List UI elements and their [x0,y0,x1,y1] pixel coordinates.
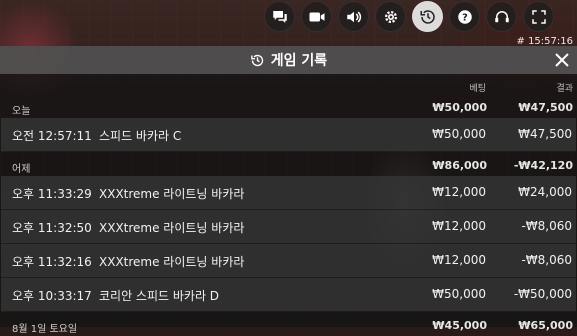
round-time: 오후 11:32:50 [12,221,92,235]
history-row[interactable]: 오후 10:33:17 코리안 스피드 바카라 D ₩50,000 -₩50,0… [1,278,576,312]
result-amount: -₩8,060 [521,253,572,267]
history-row[interactable]: 오후 11:32:16 XXXtreme 라이트닝 바카라 ₩12,000 -₩… [1,244,576,278]
headset-icon [494,10,509,22]
section-label: 오늘 [12,106,31,117]
round-time: 오전 12:57:11 [12,129,92,143]
bet-amount: ₩12,000 [432,253,486,267]
close-icon [555,53,569,67]
round-time: 오후 11:32:16 [12,255,92,269]
history-row[interactable]: 오후 11:32:50 XXXtreme 라이트닝 바카라 ₩12,000 -₩… [1,210,576,244]
bet-amount: ₩50,000 [432,127,486,141]
result-amount: -₩50,000 [513,287,572,301]
game-name: XXXtreme 라이트닝 바카라 [99,221,245,235]
section-result-total: ₩65,000 [518,319,573,332]
history-icon [420,9,435,24]
help-button[interactable]: ? [449,1,480,32]
bet-amount: ₩50,000 [432,287,486,301]
result-amount: -₩8,060 [521,219,572,233]
game-history-panel: 게임 기록 베팅 결과 오늘 ₩50,000 ₩47,500 오전 12:57:… [0,46,577,335]
bet-amount: ₩12,000 [432,219,486,233]
game-name: 스피드 바카라 C [99,129,182,143]
section-result-total: -₩42,120 [513,159,573,172]
section-label: 어제 [12,164,31,175]
close-button[interactable] [553,51,571,69]
result-amount: ₩47,500 [518,127,572,141]
video-camera-icon [309,12,324,21]
panel-title: 게임 기록 [270,53,328,69]
help-icon: ? [457,9,472,24]
game-name: 코리안 스피드 바카라 D [99,289,220,303]
bet-amount: ₩12,000 [432,185,486,199]
fullscreen-icon [531,9,546,24]
game-name: XXXtreme 라이트닝 바카라 [99,187,245,201]
sound-button[interactable] [338,1,369,32]
section-header-date: 8월 1일 토요일 ₩45,000 ₩65,000 [0,312,577,336]
fullscreen-button[interactable] [523,1,554,32]
chat-button[interactable] [264,1,295,32]
history-row[interactable]: 오전 12:57:11 스피드 바카라 C ₩50,000 ₩47,500 [1,118,576,152]
section-result-total: ₩47,500 [518,101,573,114]
video-button[interactable] [301,1,332,32]
section-header-today: 오늘 ₩50,000 ₩47,500 [0,94,577,118]
volume-icon [346,11,361,22]
result-amount: ₩24,000 [518,185,572,199]
settings-button[interactable] [375,1,406,32]
column-headers: 베팅 결과 [0,74,577,94]
round-time: 오후 11:33:29 [12,187,92,201]
column-header-result: 결과 [556,84,573,94]
section-header-yesterday: 어제 ₩86,000 -₩42,120 [0,152,577,176]
svg-text:?: ? [462,12,468,23]
section-bet-total: ₩45,000 [432,319,487,332]
section-bet-total: ₩50,000 [432,101,487,114]
support-button[interactable] [486,1,517,32]
top-toolbar: ? [264,1,554,32]
panel-header: 게임 기록 [0,46,577,74]
column-header-bet: 베팅 [469,84,486,94]
chat-icon [272,10,287,23]
section-bet-total: ₩86,000 [432,159,487,172]
section-label: 8월 1일 토요일 [12,324,78,335]
history-row[interactable]: 오후 11:33:29 XXXtreme 라이트닝 바카라 ₩12,000 ₩2… [1,176,576,210]
gear-icon [384,10,397,23]
round-time: 오후 10:33:17 [12,289,92,303]
game-name: XXXtreme 라이트닝 바카라 [99,255,245,269]
history-button[interactable] [412,1,443,32]
history-icon [250,53,265,68]
